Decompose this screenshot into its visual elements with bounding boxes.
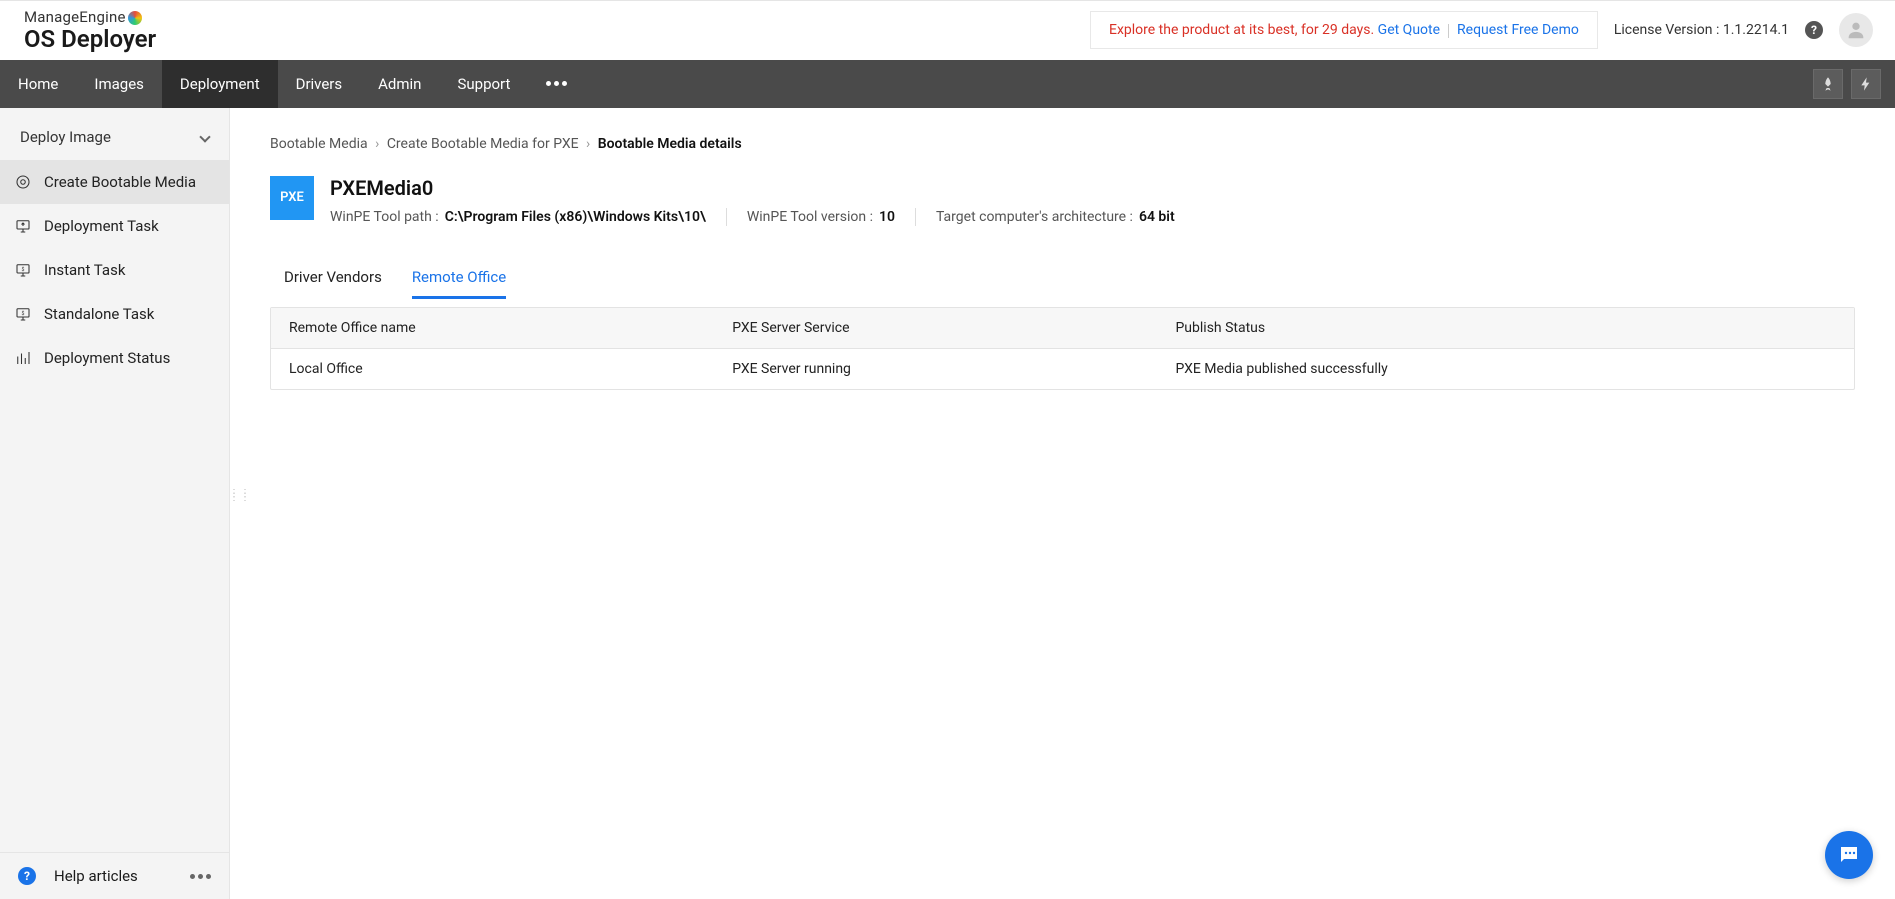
sidebar-item-deployment-task[interactable]: Deployment Task (0, 204, 229, 248)
pxe-badge: PXE (270, 176, 314, 220)
meta-item: Target computer's architecture : 64 bit (936, 209, 1175, 225)
table-row: Local OfficePXE Server runningPXE Media … (271, 349, 1854, 389)
brand-line2: OS Deployer (24, 26, 156, 52)
tab-driver-vendors[interactable]: Driver Vendors (284, 258, 382, 299)
trial-banner: Explore the product at its best, for 29 … (1090, 11, 1598, 49)
breadcrumb: Bootable Media › Create Bootable Media f… (270, 136, 1855, 152)
table-header-row: Remote Office name PXE Server Service Pu… (271, 308, 1854, 349)
col-publish-status: Publish Status (1157, 308, 1854, 348)
nav-home[interactable]: Home (0, 60, 76, 108)
brand-swirl-icon (128, 11, 142, 25)
sidebar-icon: $ (14, 305, 32, 323)
meta-value: 10 (879, 209, 895, 225)
trial-text: Explore the product at its best, for 29 … (1109, 22, 1378, 38)
content-tabs: Driver Vendors Remote Office (270, 258, 1855, 299)
meta-label: WinPE Tool version : (747, 209, 873, 225)
sidebar-footer: ? Help articles (0, 852, 229, 899)
crumb-bootable-media[interactable]: Bootable Media (270, 136, 368, 152)
sidebar-group-label: Deploy Image (20, 128, 111, 146)
media-meta: WinPE Tool path : C:\Program Files (x86)… (330, 208, 1855, 226)
more-icon[interactable] (190, 874, 211, 879)
meta-separator (915, 208, 916, 226)
meta-item: WinPE Tool path : C:\Program Files (x86)… (330, 209, 706, 225)
sidebar-group: Deploy Image Create Bootable Media Deploy… (0, 108, 229, 380)
trial-separator (1448, 24, 1449, 38)
col-pxe-service: PXE Server Service (714, 308, 1157, 348)
nav-right (1813, 69, 1895, 99)
meta-label: WinPE Tool path : (330, 209, 439, 225)
meta-separator (726, 208, 727, 226)
get-quote-link[interactable]: Get Quote (1378, 22, 1440, 38)
sidebar-item-label: Standalone Task (44, 305, 154, 323)
brand-logo: ManageEngine OS Deployer (24, 9, 156, 52)
sidebar-icon (14, 173, 32, 191)
sidebar-icon (14, 217, 32, 235)
sidebar-resize-handle[interactable]: ⋮⋮⋮⋮ (229, 492, 237, 514)
top-right: Explore the product at its best, for 29 … (1090, 11, 1873, 49)
sidebar-item-instant-task[interactable]: $ Instant Task (0, 248, 229, 292)
body: Deploy Image Create Bootable Media Deploy… (0, 108, 1895, 899)
main-nav: HomeImagesDeploymentDriversAdminSupport (0, 60, 1895, 108)
rocket-icon[interactable] (1813, 69, 1843, 99)
request-demo-link[interactable]: Request Free Demo (1457, 22, 1579, 38)
sidebar: Deploy Image Create Bootable Media Deploy… (0, 108, 230, 899)
lightning-icon[interactable] (1851, 69, 1881, 99)
cell-remote-office: Local Office (271, 349, 714, 389)
media-title: PXEMedia0 (330, 176, 1855, 200)
sidebar-icon: $ (14, 261, 32, 279)
help-articles-link[interactable]: Help articles (54, 867, 172, 885)
sidebar-item-deployment-status[interactable]: Deployment Status (0, 336, 229, 380)
meta-label: Target computer's architecture : (936, 209, 1133, 225)
meta-item: WinPE Tool version : 10 (747, 209, 895, 225)
help-badge-icon: ? (18, 867, 36, 885)
sidebar-item-create-bootable-media[interactable]: Create Bootable Media (0, 160, 229, 204)
sidebar-item-label: Deployment Task (44, 217, 159, 235)
chevron-down-icon (199, 131, 210, 142)
user-avatar[interactable] (1839, 13, 1873, 47)
tab-remote-office[interactable]: Remote Office (412, 258, 506, 299)
top-bar: ManageEngine OS Deployer Explore the pro… (0, 0, 1895, 60)
nav-admin[interactable]: Admin (360, 60, 439, 108)
nav-images[interactable]: Images (76, 60, 162, 108)
nav-support[interactable]: Support (439, 60, 528, 108)
crumb-current: Bootable Media details (598, 136, 742, 152)
meta-value: C:\Program Files (x86)\Windows Kits\10\ (445, 209, 706, 225)
nav-drivers[interactable]: Drivers (278, 60, 361, 108)
chat-fab[interactable] (1825, 831, 1873, 879)
nav-deployment[interactable]: Deployment (162, 60, 278, 108)
brand-line1: ManageEngine (24, 8, 126, 26)
nav-left: HomeImagesDeploymentDriversAdminSupport (0, 60, 585, 108)
sidebar-item-label: Instant Task (44, 261, 125, 279)
sidebar-icon (14, 349, 32, 367)
license-version: License Version : 1.1.2214.1 (1614, 22, 1789, 38)
cell-publish-status: PXE Media published successfully (1157, 349, 1854, 389)
crumb-sep-icon: › (375, 136, 379, 152)
main-content: Bootable Media › Create Bootable Media f… (230, 108, 1895, 899)
crumb-create-pxe[interactable]: Create Bootable Media for PXE (387, 136, 579, 152)
details-header: PXE PXEMedia0 WinPE Tool path : C:\Progr… (270, 176, 1855, 226)
sidebar-group-toggle[interactable]: Deploy Image (0, 114, 229, 160)
crumb-sep-icon: › (586, 136, 590, 152)
meta-value: 64 bit (1139, 209, 1175, 225)
remote-office-table: Remote Office name PXE Server Service Pu… (270, 307, 1855, 390)
nav-more[interactable] (528, 60, 585, 108)
sidebar-item-standalone-task[interactable]: $ Standalone Task (0, 292, 229, 336)
col-remote-office: Remote Office name (271, 308, 714, 348)
svg-text:$: $ (22, 266, 25, 273)
sidebar-item-label: Deployment Status (44, 349, 170, 367)
svg-text:$: $ (22, 310, 25, 317)
help-icon[interactable]: ? (1805, 21, 1823, 39)
sidebar-item-label: Create Bootable Media (44, 173, 196, 191)
cell-pxe-service: PXE Server running (714, 349, 1157, 389)
